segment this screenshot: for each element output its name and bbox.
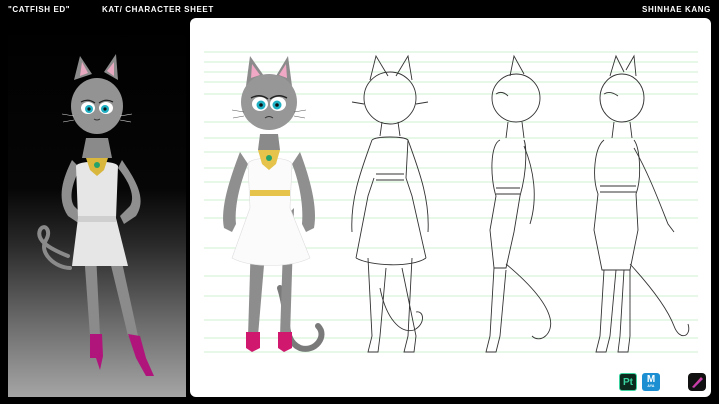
sheet-title: KAT/ CHARACTER SHEET (102, 5, 214, 14)
zbrush-icon (665, 373, 683, 391)
zbrush-glyph (668, 376, 681, 388)
boots-3d (90, 334, 154, 376)
tail-3d (37, 225, 72, 270)
maya-icon: M AYA (642, 373, 660, 391)
sheet-illustration (204, 51, 698, 353)
procreate-glyph (692, 377, 703, 388)
substance-painter-icon: Pt (619, 373, 637, 391)
color-front-view (223, 56, 325, 352)
procreate-icon (688, 373, 706, 391)
maya-sublabel: AYA (647, 384, 655, 389)
head-3d (61, 54, 133, 134)
lineart-front-view (351, 54, 429, 353)
render-illustration (37, 54, 154, 376)
artist-name: SHINHAE KANG (642, 5, 711, 14)
torso-3d (72, 138, 128, 266)
character-sheet-panel (190, 18, 711, 397)
render-panel (8, 18, 186, 397)
substance-painter-label: Pt (623, 376, 633, 388)
lineart-back-view (593, 54, 690, 353)
lineart-side-view (485, 54, 552, 353)
project-title: "CATFISH ED" (8, 5, 71, 14)
